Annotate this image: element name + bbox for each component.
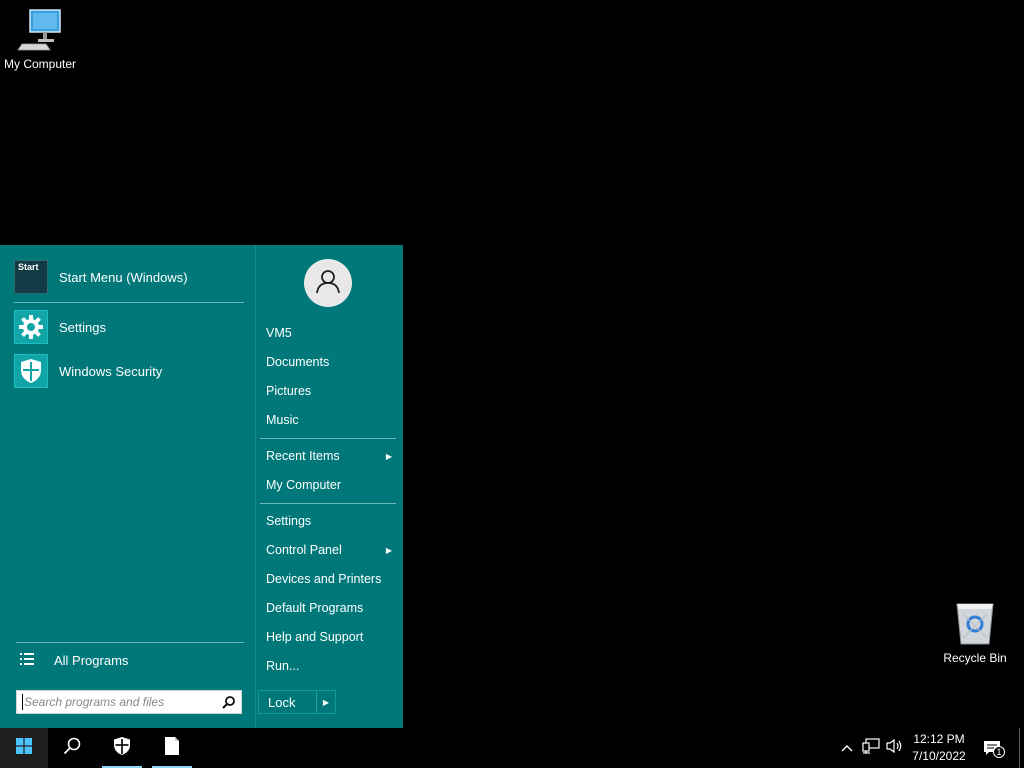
- taskbar-search-button[interactable]: [48, 728, 96, 768]
- notification-icon: 1: [982, 738, 1005, 758]
- start-button[interactable]: [0, 728, 48, 768]
- search-icon: [63, 737, 81, 760]
- menu-item-settings[interactable]: Settings: [266, 510, 398, 532]
- menu-item-label: VM5: [266, 326, 292, 340]
- chevron-up-icon: [841, 739, 853, 757]
- menu-item-label: Documents: [266, 355, 330, 369]
- menu-item-label: Default Programs: [266, 601, 364, 615]
- desktop-icon-label: My Computer: [3, 57, 77, 71]
- taskbar-clock[interactable]: 12:12 PM 7/10/2022: [908, 731, 970, 765]
- lock-split-button: Lock ▶: [258, 690, 336, 714]
- pinned-item-label: Settings: [59, 319, 106, 335]
- menu-item-label: Help and Support: [266, 630, 364, 644]
- chevron-right-icon: ▶: [385, 545, 392, 555]
- network-tray-button[interactable]: [860, 728, 882, 768]
- menu-item-user-folder[interactable]: VM5: [266, 322, 398, 344]
- search-icon[interactable]: [222, 695, 235, 709]
- recycle-bin-icon: [935, 600, 1015, 649]
- desktop-icon-recycle-bin[interactable]: Recycle Bin: [935, 600, 1015, 665]
- volume-tray-button[interactable]: [884, 728, 906, 768]
- menu-item-default-programs[interactable]: Default Programs: [266, 597, 398, 619]
- menu-item-label: Run...: [266, 659, 300, 673]
- divider: [260, 438, 396, 439]
- speaker-icon: [886, 738, 904, 759]
- windows-logo-icon: [16, 737, 32, 759]
- taskbar-windows-security[interactable]: [100, 728, 144, 768]
- menu-item-run[interactable]: Run...: [266, 655, 398, 677]
- menu-item-label: Music: [266, 413, 299, 427]
- menu-item-devices-printers[interactable]: Devices and Printers: [266, 568, 398, 590]
- divider: [16, 642, 244, 643]
- search-input[interactable]: [24, 695, 222, 709]
- pinned-item-settings[interactable]: Settings: [14, 308, 246, 346]
- tile-caption: Start: [18, 262, 39, 272]
- menu-item-control-panel[interactable]: Control Panel ▶: [266, 539, 398, 561]
- user-avatar[interactable]: [304, 259, 352, 307]
- computer-icon: [0, 8, 80, 55]
- all-programs-button[interactable]: All Programs: [16, 648, 244, 672]
- menu-item-label: Control Panel: [266, 543, 342, 557]
- start-menu-icon: Start: [14, 260, 48, 294]
- menu-item-label: Recent Items: [266, 449, 340, 463]
- taskbar-document-app[interactable]: [150, 728, 194, 768]
- pinned-item-windows-security[interactable]: Windows Security: [14, 352, 246, 390]
- show-desktop-button[interactable]: [1019, 728, 1020, 768]
- menu-item-label: Pictures: [266, 384, 312, 398]
- list-icon: [20, 652, 34, 669]
- shield-icon: [14, 354, 48, 388]
- chevron-right-icon[interactable]: ▶: [317, 698, 335, 707]
- divider: [260, 503, 396, 504]
- desktop-icon-my-computer[interactable]: My Computer: [0, 8, 80, 71]
- clock-date: 7/10/2022: [912, 749, 966, 763]
- menu-item-music[interactable]: Music: [266, 409, 398, 431]
- divider: [14, 302, 244, 303]
- menu-item-label: Settings: [266, 514, 312, 528]
- chevron-right-icon: ▶: [385, 451, 392, 461]
- desktop-icon-label: Recycle Bin: [943, 651, 1007, 665]
- search-box[interactable]: [16, 690, 242, 714]
- menu-item-my-computer[interactable]: My Computer: [266, 474, 398, 496]
- menu-item-documents[interactable]: Documents: [266, 351, 398, 373]
- all-programs-label: All Programs: [54, 652, 129, 668]
- pinned-item-label: Windows Security: [59, 363, 163, 379]
- user-icon: [315, 268, 341, 299]
- notification-count-badge: 1: [993, 746, 1005, 758]
- show-hidden-icons-button[interactable]: [838, 728, 856, 768]
- pinned-item-start-menu[interactable]: Start Start Menu (Windows): [14, 258, 246, 296]
- menu-item-pictures[interactable]: Pictures: [266, 380, 398, 402]
- text-caret: [22, 694, 23, 710]
- action-center-button[interactable]: 1: [980, 728, 1006, 768]
- taskbar: 12:12 PM 7/10/2022 1: [0, 728, 1024, 768]
- lock-button[interactable]: Lock: [259, 695, 316, 710]
- document-icon: [164, 736, 180, 761]
- menu-item-recent-items[interactable]: Recent Items ▶: [266, 445, 398, 467]
- network-icon: [862, 737, 880, 759]
- start-menu-left-pane: Start Start Menu (Windows) Settings Wind…: [0, 245, 254, 728]
- menu-item-label: My Computer: [266, 478, 342, 492]
- gear-icon: [14, 310, 48, 344]
- shield-icon: [113, 736, 131, 761]
- clock-time: 12:12 PM: [913, 732, 965, 746]
- pinned-item-label: Start Menu (Windows): [59, 269, 188, 285]
- menu-item-help-support[interactable]: Help and Support: [266, 626, 398, 648]
- menu-item-label: Devices and Printers: [266, 572, 382, 586]
